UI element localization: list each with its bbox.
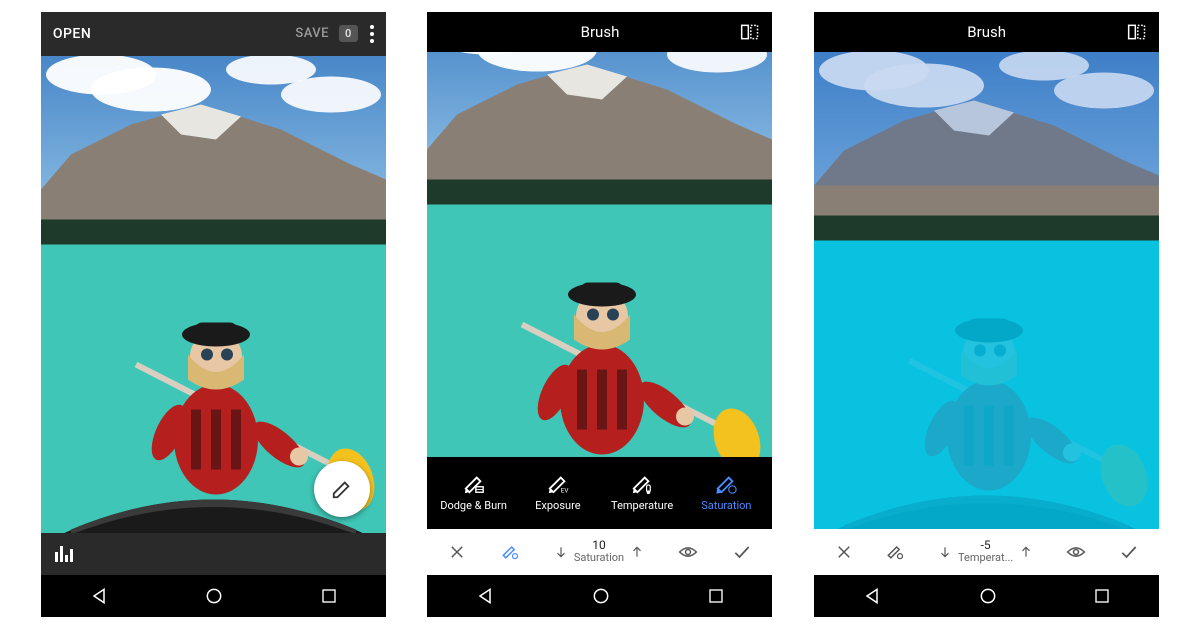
mask-toggle-icon[interactable]: [885, 542, 905, 562]
decrease-icon[interactable]: [938, 545, 952, 559]
apply-icon[interactable]: [732, 544, 752, 560]
increase-icon[interactable]: [630, 545, 644, 559]
temperature-icon: [629, 473, 655, 495]
top-bar: Brush: [814, 12, 1159, 52]
save-button[interactable]: SAVE: [295, 26, 329, 41]
photo-canvas[interactable]: [41, 56, 386, 533]
top-bar: Brush: [427, 12, 772, 52]
histogram-icon[interactable]: [55, 546, 73, 562]
value-label: Saturation: [574, 552, 624, 564]
nav-recent-icon[interactable]: [707, 587, 725, 605]
history-badge[interactable]: 0: [339, 25, 358, 42]
exposure-icon: EV: [545, 473, 571, 495]
brush-label: Dodge & Burn: [440, 499, 507, 512]
compare-icon[interactable]: [1127, 23, 1147, 41]
decrease-icon[interactable]: [554, 545, 568, 559]
nav-home-icon[interactable]: [591, 586, 611, 606]
pencil-icon: [331, 478, 353, 500]
android-nav-bar: [41, 575, 386, 617]
photo-canvas[interactable]: [427, 52, 772, 457]
value-bar: 10 Saturation: [427, 529, 772, 575]
nav-home-icon[interactable]: [978, 586, 998, 606]
page-title: Brush: [581, 23, 620, 41]
visibility-icon[interactable]: [678, 545, 698, 559]
visibility-icon[interactable]: [1066, 545, 1086, 559]
android-nav-bar: [814, 575, 1159, 617]
brush-label: Saturation: [701, 499, 751, 512]
svg-text:EV: EV: [561, 486, 569, 494]
nav-home-icon[interactable]: [204, 586, 224, 606]
mask-toggle-icon[interactable]: [500, 542, 520, 562]
compare-icon[interactable]: [740, 23, 760, 41]
edit-fab[interactable]: [314, 461, 370, 517]
value-bar: -5 Temperat...: [814, 529, 1159, 575]
value-label: Temperat...: [958, 552, 1013, 564]
android-nav-bar: [427, 575, 772, 617]
apply-icon[interactable]: [1119, 544, 1139, 560]
brush-label: Exposure: [535, 499, 580, 512]
nav-back-icon[interactable]: [89, 586, 109, 606]
screen-brush-applied: Brush -5 Temperat...: [814, 12, 1159, 617]
cancel-icon[interactable]: [448, 543, 466, 561]
screen-brush-options: Brush Dodge & Burn EV Exposure Temperatu…: [427, 12, 772, 617]
screen-main: OPEN SAVE 0: [41, 12, 386, 617]
brush-saturation[interactable]: Saturation: [687, 473, 765, 512]
top-bar: OPEN SAVE 0: [41, 12, 386, 56]
increase-icon[interactable]: [1019, 545, 1033, 559]
nav-recent-icon[interactable]: [1093, 587, 1111, 605]
open-button[interactable]: OPEN: [53, 26, 91, 42]
value-stepper: 10 Saturation: [554, 539, 644, 564]
photo-canvas[interactable]: [814, 52, 1159, 529]
info-bar: [41, 533, 386, 575]
brush-temperature[interactable]: Temperature: [603, 473, 681, 512]
dodge-burn-icon: [461, 473, 487, 495]
brush-type-strip: Dodge & Burn EV Exposure Temperature Sat…: [427, 457, 772, 529]
overflow-menu-icon[interactable]: [370, 25, 374, 43]
nav-back-icon[interactable]: [475, 586, 495, 606]
brush-dodge-burn[interactable]: Dodge & Burn: [435, 473, 513, 512]
value-stepper: -5 Temperat...: [938, 539, 1033, 564]
cancel-icon[interactable]: [835, 543, 853, 561]
page-title: Brush: [967, 23, 1006, 41]
saturation-icon: [713, 473, 739, 495]
brush-exposure[interactable]: EV Exposure: [519, 473, 597, 512]
nav-back-icon[interactable]: [862, 586, 882, 606]
brush-label: Temperature: [611, 499, 673, 512]
nav-recent-icon[interactable]: [320, 587, 338, 605]
